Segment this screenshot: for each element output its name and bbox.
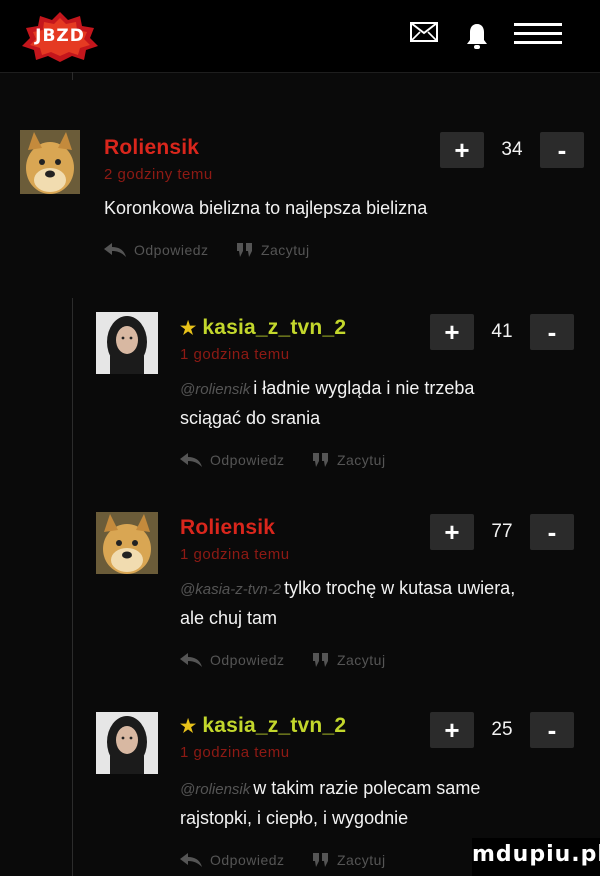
comment-text-line: Koronkowa bielizna to najlepsza bielizna — [104, 198, 428, 218]
vote-control: + 77 - — [430, 514, 580, 550]
comment-timestamp[interactable]: 1 godzina temu — [180, 744, 290, 761]
vote-control: + 41 - — [430, 314, 580, 350]
comment-text: @roliensik i ładnie wygląda i nie trzeba … — [180, 374, 474, 432]
comment-timestamp[interactable]: 2 godziny temu — [104, 166, 213, 183]
logo-text: JBZD — [35, 26, 85, 46]
avatar[interactable] — [96, 312, 158, 374]
upvote-button[interactable]: + — [430, 314, 474, 350]
quote-button[interactable]: Zacytuj — [236, 242, 310, 258]
mention-link[interactable]: @roliensik — [180, 781, 250, 798]
reply-label: Odpowiedz — [134, 242, 209, 258]
comment-username[interactable]: ★ kasia_z_tvn_2 — [180, 316, 346, 340]
top-bar: JBZD — [0, 0, 600, 73]
avatar[interactable] — [96, 712, 158, 774]
comment-username[interactable]: Roliensik — [180, 516, 275, 540]
vote-control: + 25 - — [430, 712, 580, 748]
doge-avatar-image — [20, 130, 80, 194]
username-text: kasia_z_tvn_2 — [202, 714, 347, 737]
comment: ★ kasia_z_tvn_2 1 godzina temu @roliensik… — [96, 312, 586, 472]
reply-button[interactable]: Odpowiedz — [180, 452, 285, 468]
quote-icon — [312, 653, 328, 667]
vote-control: + 34 - — [440, 132, 590, 168]
reply-button[interactable]: Odpowiedz — [180, 852, 285, 868]
comment-actions: Odpowiedz Zacytuj — [180, 452, 386, 470]
quote-icon — [236, 243, 252, 257]
comment-actions: Odpowiedz Zacytuj — [180, 852, 386, 870]
watermark-text: mdupiu.pl — [472, 842, 600, 867]
comment: Roliensik 1 godzina temu @kasia-z-tvn-2 t… — [96, 512, 596, 672]
downvote-button[interactable]: - — [530, 712, 574, 748]
reply-label: Odpowiedz — [210, 452, 285, 468]
star-icon: ★ — [180, 318, 197, 338]
vote-score: 77 — [491, 521, 513, 542]
quote-icon — [312, 453, 328, 467]
thread-tick — [72, 72, 73, 80]
bell-icon[interactable] — [466, 22, 488, 55]
reply-icon — [180, 853, 202, 867]
vote-score: 41 — [491, 321, 513, 342]
comment-text-line: w takim razie polecam same — [253, 778, 481, 798]
quote-icon — [312, 853, 328, 867]
mention-link[interactable]: @roliensik — [180, 381, 250, 398]
quote-label: Zacytuj — [336, 452, 386, 468]
comment-text-line: sciągać do srania — [180, 408, 321, 428]
reply-label: Odpowiedz — [210, 652, 285, 668]
downvote-button[interactable]: - — [540, 132, 584, 168]
mail-icon[interactable] — [410, 22, 438, 49]
upvote-button[interactable]: + — [440, 132, 484, 168]
upvote-button[interactable]: + — [430, 712, 474, 748]
vote-score: 34 — [501, 139, 523, 160]
comment-username[interactable]: ★ kasia_z_tvn_2 — [180, 714, 346, 738]
reply-icon — [180, 453, 202, 467]
comment-text: @kasia-z-tvn-2 tylko trochę w kutasa uwie… — [180, 574, 515, 632]
woman-avatar-image — [96, 312, 158, 374]
comment-text: Koronkowa bielizna to najlepsza bielizna — [104, 194, 427, 222]
reply-thread-line — [72, 298, 73, 876]
woman-avatar-image — [96, 712, 158, 774]
menu-icon[interactable] — [514, 22, 562, 51]
reply-icon — [180, 653, 202, 667]
vote-score: 25 — [491, 719, 513, 740]
username-text: kasia_z_tvn_2 — [202, 316, 347, 339]
watermark: mdupiu.pl — [472, 838, 600, 876]
avatar[interactable] — [20, 130, 80, 194]
comment-actions: Odpowiedz Zacytuj — [180, 652, 386, 670]
star-icon: ★ — [180, 716, 197, 736]
comment-text-line: rajstopki, i ciepło, i wygodnie — [180, 808, 409, 828]
comment: Roliensik 2 godziny temu Koronkowa bieli… — [20, 130, 590, 270]
comment-text-line: tylko trochę w kutasa uwiera, — [284, 578, 516, 598]
quote-label: Zacytuj — [336, 652, 386, 668]
avatar[interactable] — [96, 512, 158, 574]
quote-button[interactable]: Zacytuj — [312, 652, 386, 668]
comment-text-line: ale chuj tam — [180, 608, 278, 628]
downvote-button[interactable]: - — [530, 314, 574, 350]
comment-text: @roliensik w takim razie polecam same raj… — [180, 774, 480, 832]
reply-label: Odpowiedz — [210, 852, 285, 868]
downvote-button[interactable]: - — [530, 514, 574, 550]
comment-text-line: i ładnie wygląda i nie trzeba — [253, 378, 475, 398]
comment-actions: Odpowiedz Zacytuj — [104, 242, 310, 260]
reply-button[interactable]: Odpowiedz — [104, 242, 209, 258]
reply-button[interactable]: Odpowiedz — [180, 652, 285, 668]
site-logo[interactable]: JBZD — [22, 12, 98, 62]
comment-timestamp[interactable]: 1 godzina temu — [180, 546, 290, 563]
doge-avatar-image — [96, 512, 158, 574]
reply-icon — [104, 243, 126, 257]
quote-label: Zacytuj — [336, 852, 386, 868]
upvote-button[interactable]: + — [430, 514, 474, 550]
quote-label: Zacytuj — [260, 242, 310, 258]
mention-link[interactable]: @kasia-z-tvn-2 — [180, 581, 281, 598]
quote-button[interactable]: Zacytuj — [312, 452, 386, 468]
comment-timestamp[interactable]: 1 godzina temu — [180, 346, 290, 363]
comment-username[interactable]: Roliensik — [104, 136, 199, 160]
quote-button[interactable]: Zacytuj — [312, 852, 386, 868]
